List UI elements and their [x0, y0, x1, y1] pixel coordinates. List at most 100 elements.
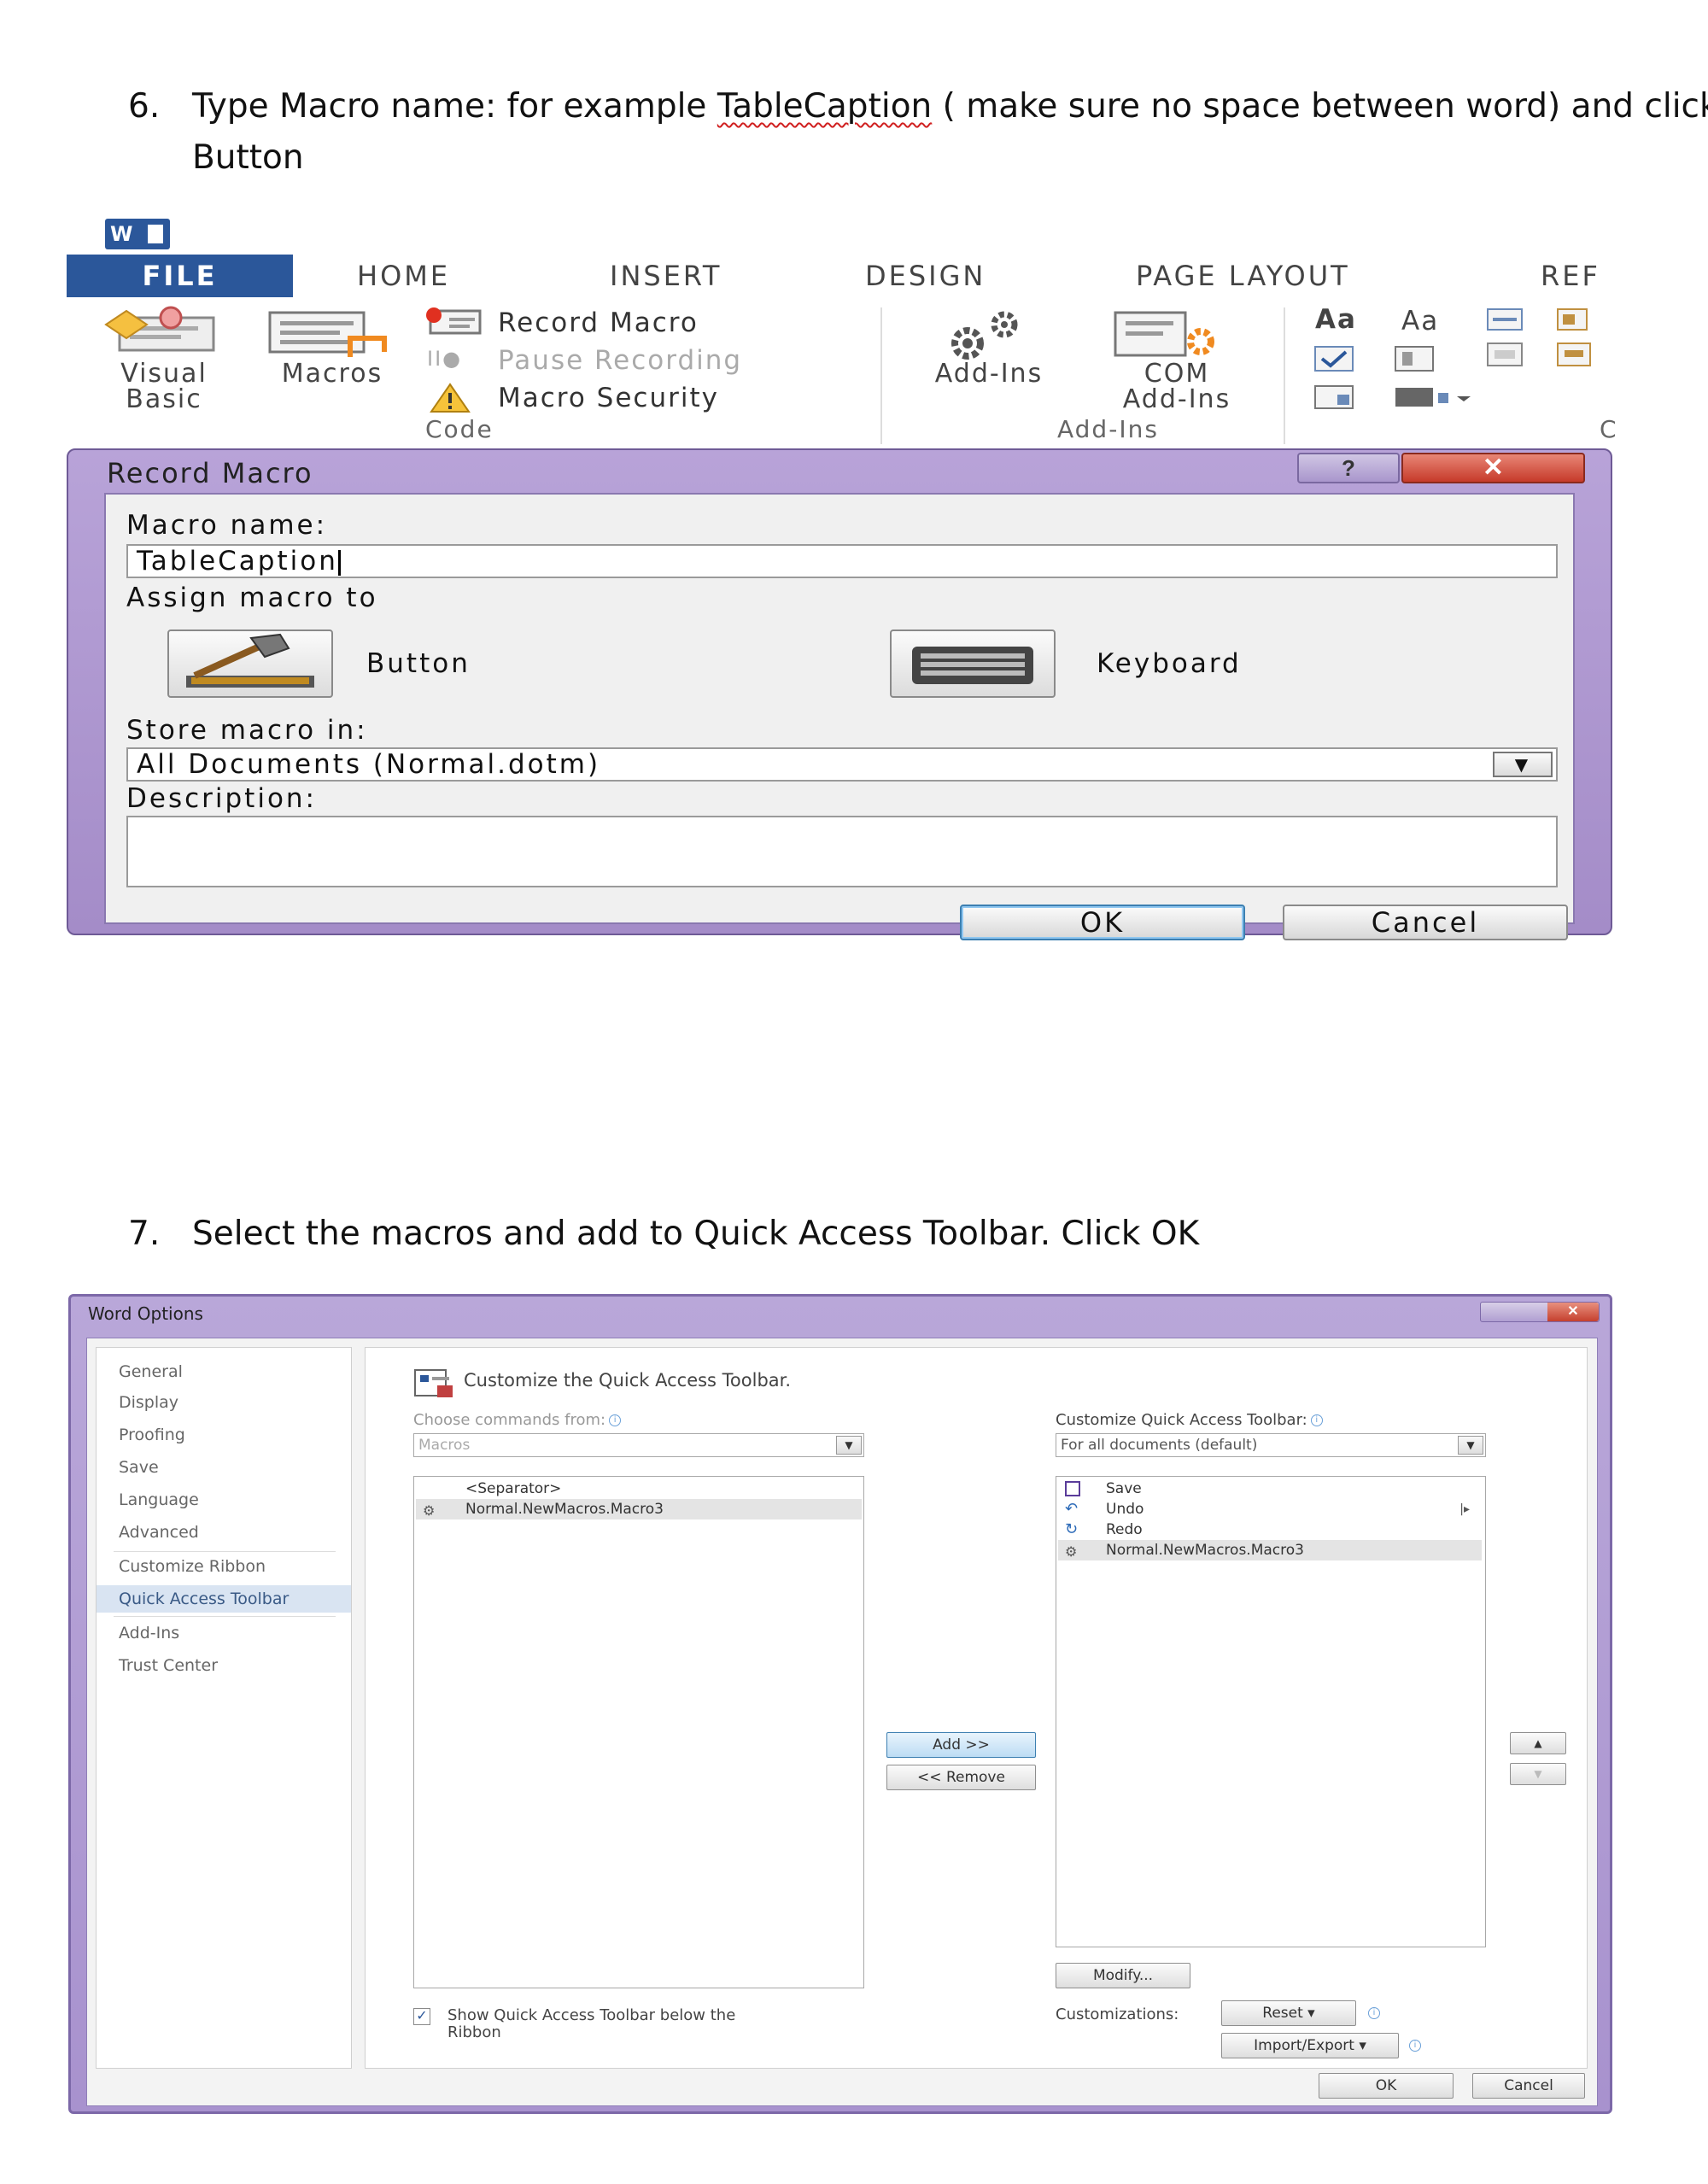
pause-icon: II●: [427, 347, 463, 371]
cancel-button[interactable]: Cancel: [1283, 905, 1568, 940]
list-item-selected[interactable]: ⚙ Normal.NewMacros.Macro3: [416, 1499, 862, 1519]
tab-page-layout[interactable]: PAGE LAYOUT: [1136, 255, 1350, 297]
tab-home[interactable]: HOME: [357, 255, 450, 297]
ribbon-tabs: FILE HOME INSERT DESIGN PAGE LAYOUT REF: [67, 255, 1612, 297]
assign-keyboard-button[interactable]: [890, 629, 1056, 698]
title-controls: ? ✕: [1480, 1302, 1600, 1322]
tab-design[interactable]: DESIGN: [865, 255, 986, 297]
reset-button[interactable]: Reset ▾: [1221, 2000, 1356, 2026]
cancel-button[interactable]: Cancel: [1472, 2073, 1585, 2099]
customizations-label: Customizations:: [1056, 2005, 1179, 2023]
tab-file[interactable]: FILE: [67, 255, 293, 297]
description-label: Description:: [126, 783, 317, 814]
keyboard-label: Keyboard: [1097, 648, 1242, 679]
chevron-down-icon[interactable]: ▼: [836, 1436, 862, 1455]
step-6-text: Type Macro name: for example TableCaptio…: [192, 87, 1708, 177]
nav-quick-access-toolbar[interactable]: Quick Access Toolbar: [97, 1585, 351, 1613]
record-macro-screenshot: W FILE HOME INSERT DESIGN PAGE LAYOUT RE…: [67, 214, 1617, 940]
step-6: 6. Type Macro name: for example TableCap…: [128, 81, 1708, 192]
dialog-title: Record Macro: [107, 457, 313, 489]
assign-macro-label: Assign macro to: [126, 583, 378, 613]
info-icon: i: [1310, 1414, 1323, 1426]
nav-save[interactable]: Save: [97, 1454, 351, 1481]
choose-commands-label: Choose commands from: i: [413, 1411, 622, 1429]
close-button[interactable]: ✕: [1547, 1303, 1599, 1321]
import-export-button[interactable]: Import/Export ▾: [1221, 2033, 1399, 2058]
chevron-down-icon[interactable]: ▼: [1458, 1436, 1483, 1455]
controls-icons-left: [1314, 346, 1471, 409]
description-textarea[interactable]: [126, 816, 1558, 887]
add-button[interactable]: Add >>: [886, 1732, 1036, 1758]
word-options-dialog: Word Options ? ✕ General Display Proofin…: [68, 1294, 1612, 2114]
nav-customize-ribbon[interactable]: Customize Ribbon: [97, 1553, 351, 1580]
choose-commands-select[interactable]: Macros ▼: [413, 1433, 864, 1457]
dialog-title: Word Options: [88, 1303, 203, 1324]
visual-basic-icon: [104, 306, 215, 352]
gear-icon: [951, 311, 1018, 360]
info-icon: i: [1409, 2040, 1421, 2052]
macro-icon: ⚙: [1065, 1543, 1078, 1560]
word-app-icon: W: [105, 219, 170, 249]
macro-name-label: Macro name:: [126, 510, 328, 541]
macro-icon: ⚙: [423, 1502, 436, 1519]
macro-name-input[interactable]: TableCaption: [126, 544, 1558, 578]
plain-text-control[interactable]: Aa: [1401, 306, 1439, 337]
list-item[interactable]: ↻ Redo: [1058, 1519, 1482, 1540]
dialog-body: Macro name: TableCaption Assign macro to…: [104, 493, 1575, 940]
show-below-ribbon-checkbox[interactable]: ✓: [413, 2008, 430, 2025]
qat-panel: Customize the Quick Access Toolbar. Choo…: [365, 1347, 1588, 2069]
nav-proofing[interactable]: Proofing: [97, 1421, 351, 1449]
nav-display[interactable]: Display: [97, 1389, 351, 1416]
dialog-body: General Display Proofing Save Language A…: [86, 1338, 1598, 2106]
code-group-label: Code: [425, 415, 494, 443]
show-below-ribbon-label: Show Quick Access Toolbar below the Ribb…: [447, 2006, 736, 2041]
modify-button[interactable]: Modify...: [1056, 1963, 1190, 1988]
customize-qat-label: Customize Quick Access Toolbar: i: [1056, 1411, 1323, 1429]
step-7-text: Select the macros and add to Quick Acces…: [192, 1215, 1200, 1253]
qat-commands-list[interactable]: Save ↶ Undo |▸ ↻ Redo ⚙ Normal.NewMacros…: [1056, 1476, 1486, 1947]
list-item[interactable]: Save: [1058, 1478, 1482, 1499]
close-button[interactable]: ✕: [1401, 453, 1585, 483]
assign-button-button[interactable]: [167, 629, 333, 698]
help-button[interactable]: ?: [1297, 453, 1400, 483]
nav-advanced[interactable]: Advanced: [97, 1519, 351, 1546]
expand-icon: |▸: [1459, 1502, 1470, 1516]
macros-icon: [268, 311, 387, 357]
ok-button[interactable]: OK: [960, 905, 1245, 940]
chevron-down-icon[interactable]: ▼: [1493, 752, 1553, 777]
info-icon: i: [609, 1414, 622, 1426]
nav-general[interactable]: General: [97, 1358, 351, 1385]
move-up-button[interactable]: ▲: [1510, 1732, 1566, 1754]
step-7-number: 7.: [128, 1215, 161, 1253]
hammer-icon: [186, 633, 314, 688]
list-item[interactable]: <Separator>: [465, 1478, 858, 1499]
list-item[interactable]: ↶ Undo |▸: [1058, 1499, 1482, 1519]
ok-button[interactable]: OK: [1319, 2073, 1454, 2099]
warning-icon: [430, 383, 471, 413]
com-add-ins-icon: [1114, 311, 1214, 357]
tab-references[interactable]: REF: [1541, 255, 1600, 297]
tab-insert[interactable]: INSERT: [610, 255, 722, 297]
info-icon: i: [1368, 2007, 1380, 2019]
redo-icon: ↻: [1065, 1520, 1079, 1538]
list-item-selected[interactable]: ⚙ Normal.NewMacros.Macro3: [1058, 1540, 1482, 1560]
store-macro-select[interactable]: All Documents (Normal.dotm) ▼: [126, 747, 1558, 782]
record-macro-icon: [426, 307, 482, 335]
button-label: Button: [366, 648, 471, 679]
remove-button[interactable]: << Remove: [886, 1765, 1036, 1790]
customize-qat-select[interactable]: For all documents (default) ▼: [1056, 1433, 1486, 1457]
nav-language[interactable]: Language: [97, 1486, 351, 1514]
controls-icons: [1487, 308, 1591, 366]
nav-trust-center[interactable]: Trust Center: [97, 1652, 351, 1679]
record-macro-dialog: Record Macro ? ✕ Macro name: TableCaptio…: [67, 448, 1612, 940]
toolbar-icon: [414, 1369, 453, 1397]
undo-icon: ↶: [1065, 1500, 1079, 1518]
move-down-button[interactable]: ▼: [1510, 1763, 1566, 1785]
save-icon: [1065, 1481, 1080, 1496]
panel-heading: Customize the Quick Access Toolbar.: [464, 1370, 792, 1391]
rich-text-control[interactable]: Aa: [1315, 304, 1357, 335]
step-6-number: 6.: [128, 87, 161, 126]
nav-add-ins[interactable]: Add-Ins: [97, 1619, 351, 1647]
spelling-flag: TableCaption: [717, 87, 933, 126]
available-commands-list[interactable]: <Separator> ⚙ Normal.NewMacros.Macro3: [413, 1476, 864, 1988]
